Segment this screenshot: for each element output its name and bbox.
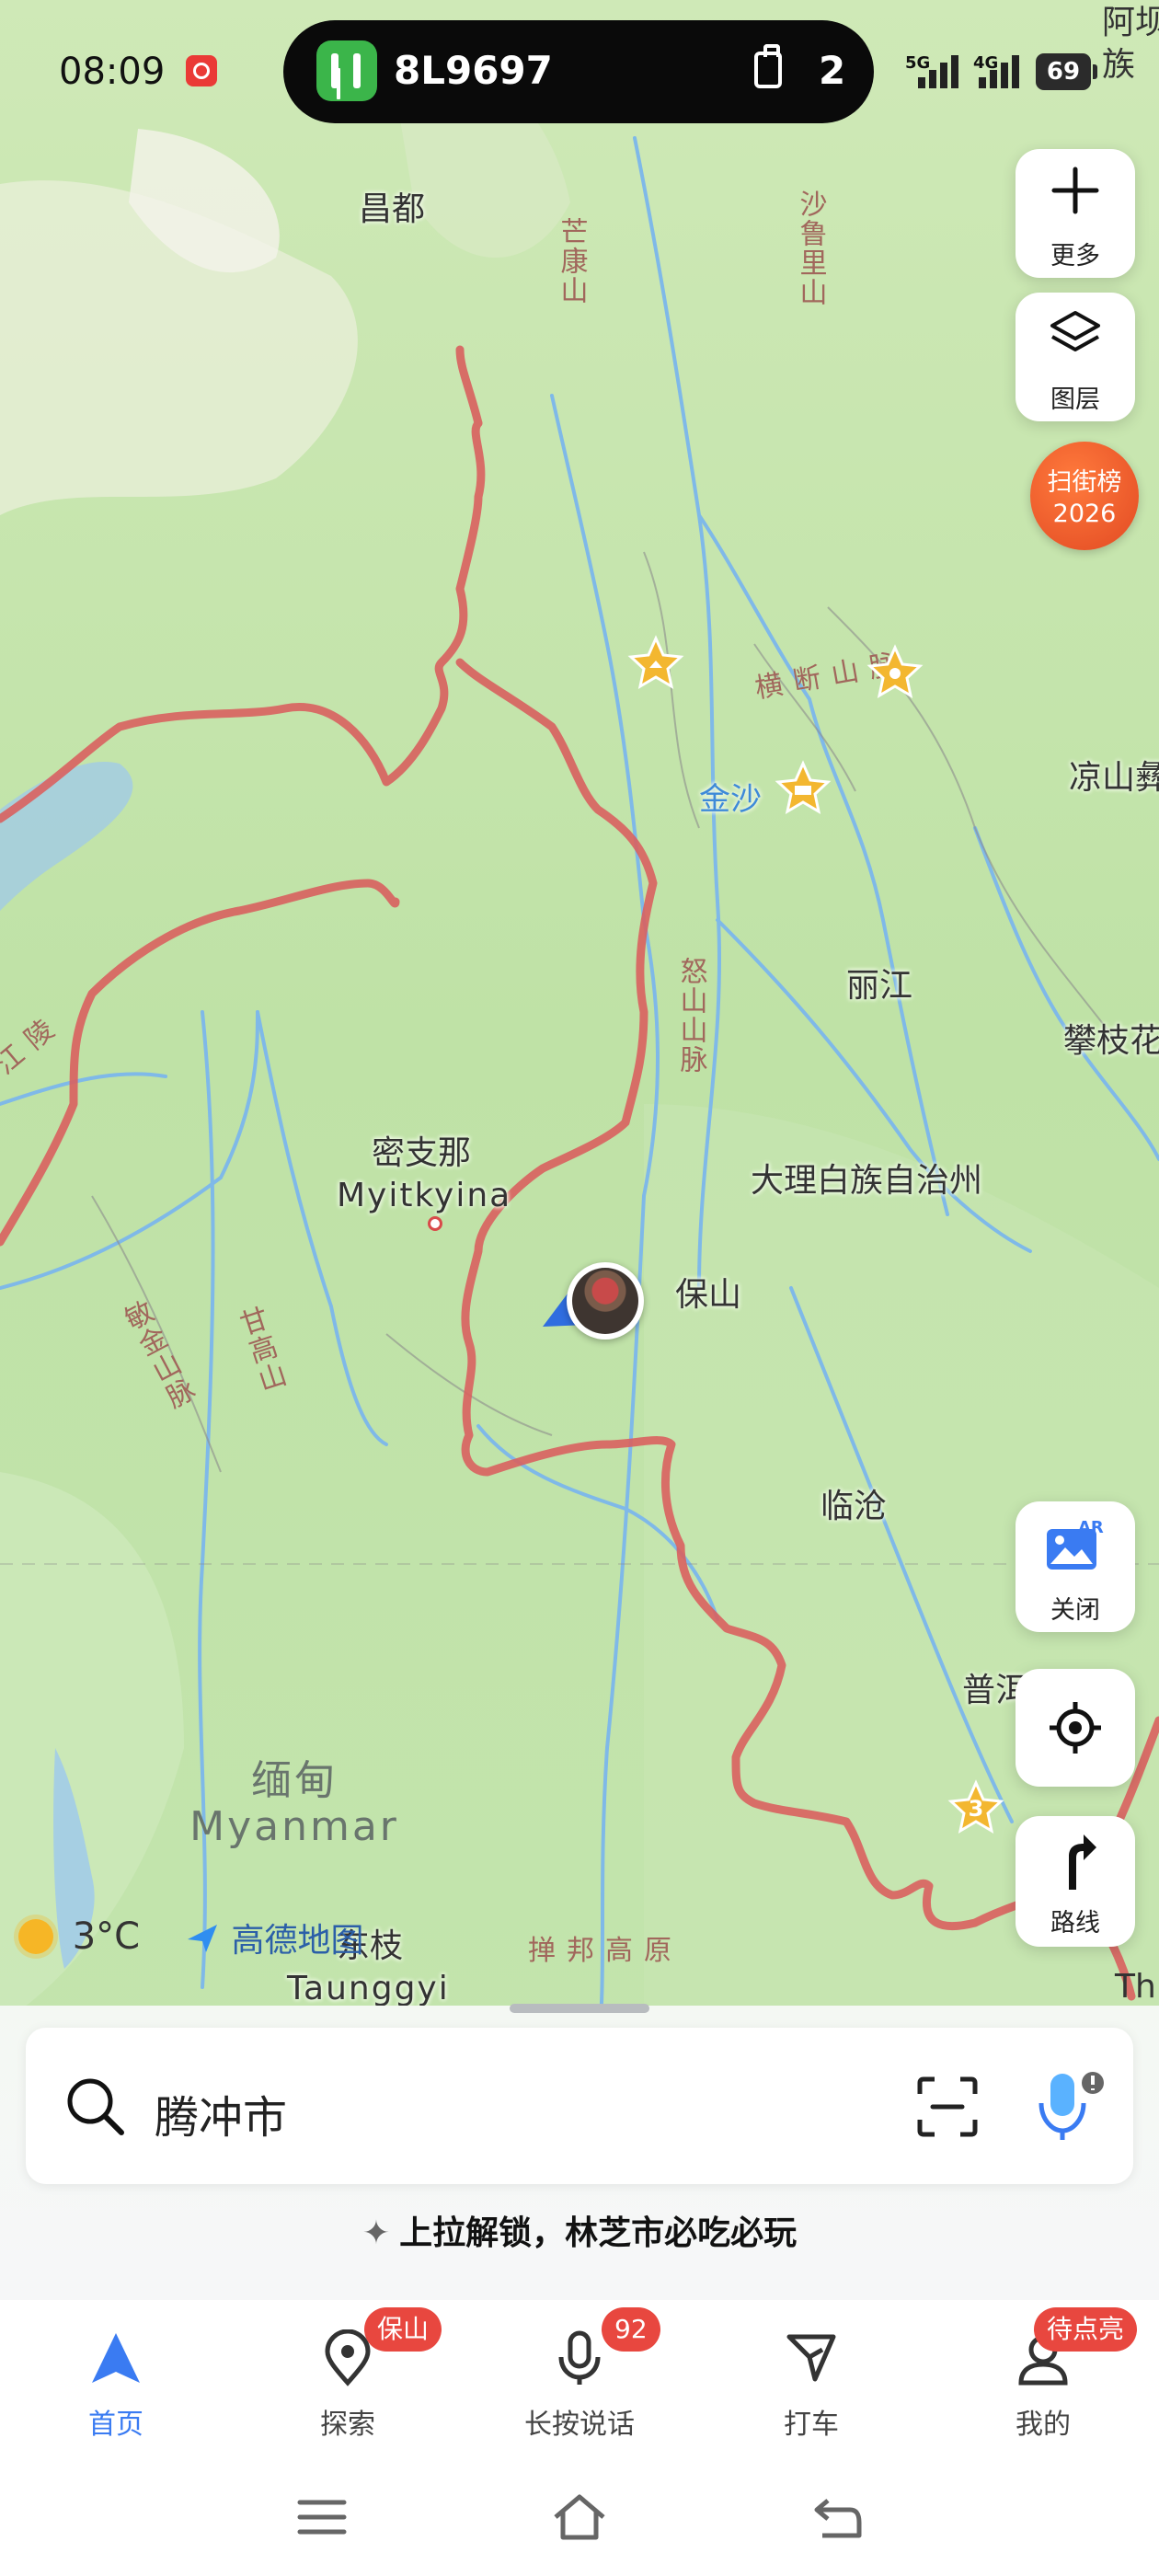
- plus-icon: [1051, 167, 1099, 214]
- ar-image-icon: AR: [1047, 1518, 1104, 1570]
- status-bar: 08:09 8L9697 2 5G 4G 69 阿坝 族: [0, 0, 1159, 138]
- map-label-dali: 大理白族自治州: [751, 1162, 983, 1200]
- home-icon[interactable]: [552, 2490, 607, 2545]
- navigate-arrow-icon: [92, 2333, 140, 2383]
- map-label-shanbang: 掸邦高原: [528, 1935, 683, 1967]
- crosshair-icon: [1050, 1702, 1101, 1754]
- map-label-myanmar-en: Myanmar: [189, 1803, 399, 1850]
- luggage-icon: [754, 44, 782, 88]
- search-bar[interactable]: 腾冲市: [26, 2028, 1133, 2184]
- tab-taxi-label: 打车: [784, 2409, 839, 2441]
- route-shield-icon: 3: [947, 1779, 1004, 1836]
- svg-text:AR: AR: [1078, 1518, 1104, 1537]
- back-icon[interactable]: [809, 2490, 865, 2545]
- map-canvas[interactable]: 昌都 芒康山 沙鲁里山 横断山脉 金沙 凉山彝 丽江 攀枝花 江陵 怒山山脉 密…: [0, 0, 1159, 2052]
- tab-home[interactable]: 首页: [0, 2300, 232, 2456]
- map-label-changdu: 昌都: [359, 190, 426, 228]
- status-time: 08:09: [59, 51, 166, 93]
- bottom-tab-bar: 首页 探索 保山 长按说话 92 打车 我的 待点亮: [0, 2300, 1159, 2456]
- map-label-jinsha: 金沙: [699, 781, 762, 818]
- poi-star-icon[interactable]: [627, 635, 684, 692]
- more-label: 更多: [1050, 242, 1100, 270]
- map-terrain: [0, 0, 1159, 2052]
- map-label-shaluli: 沙鲁里山: [794, 190, 827, 307]
- flight-app-icon: [316, 40, 377, 101]
- temperature-value: 3°C: [72, 1915, 141, 1958]
- tab-explore[interactable]: 探索 保山: [232, 2300, 464, 2456]
- luggage-count: 2: [819, 48, 846, 93]
- search-icon: [67, 2078, 124, 2135]
- city-dot-myitkyina: [428, 1216, 442, 1231]
- route-button[interactable]: 路线: [1016, 1816, 1135, 1947]
- tab-voice[interactable]: 长按说话 92: [464, 2300, 695, 2456]
- signal-strength-icon: [979, 55, 1019, 88]
- ar-label: 关闭: [1050, 1596, 1100, 1625]
- sparkle-icon: ✦: [361, 2214, 391, 2252]
- tab-mine-label: 我的: [1016, 2409, 1071, 2441]
- layers-icon: [1050, 311, 1100, 351]
- search-input-text[interactable]: 腾冲市: [155, 2081, 287, 2145]
- locate-me-button[interactable]: [1016, 1669, 1135, 1787]
- map-label-nushan: 怒山山脉: [674, 957, 707, 1075]
- menu-icon[interactable]: [294, 2490, 350, 2545]
- map-label-lincang: 临沧: [820, 1488, 888, 1525]
- map-label-mangkang: 芒康山: [555, 217, 588, 305]
- map-label-myitkyina-cn: 密支那: [372, 1134, 472, 1172]
- route-turn-icon: [1069, 1834, 1096, 1890]
- amap-logo: 高德地图: [184, 1914, 363, 1961]
- amap-logo-text: 高德地图: [231, 1922, 364, 1960]
- map-label-aba: 阿坝 族: [1102, 4, 1159, 84]
- tab-voice-badge: 92: [602, 2307, 660, 2352]
- map-label-myanmar: 缅甸 Myanmar: [184, 1761, 405, 1847]
- taxi-flag-icon: [786, 2334, 836, 2382]
- map-label-myanmar-cn: 缅甸: [251, 1757, 338, 1804]
- weather-widget[interactable]: 3°C: [18, 1914, 140, 1958]
- map-label-myitkyina-en: Myitkyina: [337, 1177, 512, 1214]
- more-button[interactable]: 更多: [1016, 149, 1135, 278]
- battery-indicator: 69: [1036, 53, 1097, 90]
- map-label-th: Th: [1115, 1968, 1156, 2006]
- voice-assistant-icon[interactable]: [1028, 2066, 1111, 2145]
- map-label-baoshan: 保山: [675, 1276, 742, 1314]
- scan-badge-line2: 2026: [1052, 500, 1117, 528]
- unlock-promo[interactable]: ✦ 上拉解锁，林芝市必吃必玩: [0, 2206, 1159, 2254]
- sun-icon: [18, 1919, 53, 1954]
- tab-taxi[interactable]: 打车: [695, 2300, 927, 2456]
- layers-label: 图层: [1050, 385, 1100, 414]
- ar-toggle-button[interactable]: AR 关闭: [1016, 1501, 1135, 1632]
- tab-voice-label: 长按说话: [524, 2409, 635, 2441]
- amap-logo-icon: [188, 1925, 217, 1952]
- scan-badge-line1: 扫街榜: [1047, 468, 1122, 497]
- sheet-drag-handle[interactable]: [510, 2004, 649, 2013]
- tab-home-label: 首页: [88, 2409, 143, 2441]
- tab-mine[interactable]: 我的 待点亮: [927, 2300, 1159, 2456]
- scan-icon[interactable]: [914, 2074, 981, 2140]
- map-label-taunggyi: Taunggyi: [287, 1970, 450, 2007]
- route-label: 路线: [1050, 1909, 1100, 1938]
- flight-code: 8L9697: [394, 48, 553, 93]
- poi-star-icon[interactable]: [775, 760, 832, 817]
- tab-mine-badge: 待点亮: [1034, 2307, 1138, 2352]
- microphone-icon: [558, 2330, 601, 2385]
- tab-explore-label: 探索: [320, 2409, 375, 2441]
- route-shield-number: 3: [968, 1796, 984, 1822]
- promo-text: 上拉解锁，林芝市必吃必玩: [399, 2214, 798, 2252]
- map-label-lijiang: 丽江: [846, 967, 913, 1005]
- map-label-panzhihua: 攀枝花: [1063, 1022, 1159, 1060]
- flight-live-activity[interactable]: 8L9697 2: [283, 20, 874, 123]
- tab-explore-badge: 保山: [364, 2307, 442, 2352]
- poi-star-icon[interactable]: [866, 644, 924, 701]
- signal-strength-icon: [918, 55, 958, 88]
- map-label-liangshan: 凉山彝: [1069, 759, 1159, 797]
- layers-button[interactable]: 图层: [1016, 293, 1135, 421]
- scan-street-ranking-badge[interactable]: 扫街榜 2026: [1030, 442, 1139, 550]
- user-location-avatar[interactable]: [567, 1262, 644, 1340]
- system-navigation-bar: [0, 2456, 1159, 2576]
- notification-app-icon: [186, 55, 217, 86]
